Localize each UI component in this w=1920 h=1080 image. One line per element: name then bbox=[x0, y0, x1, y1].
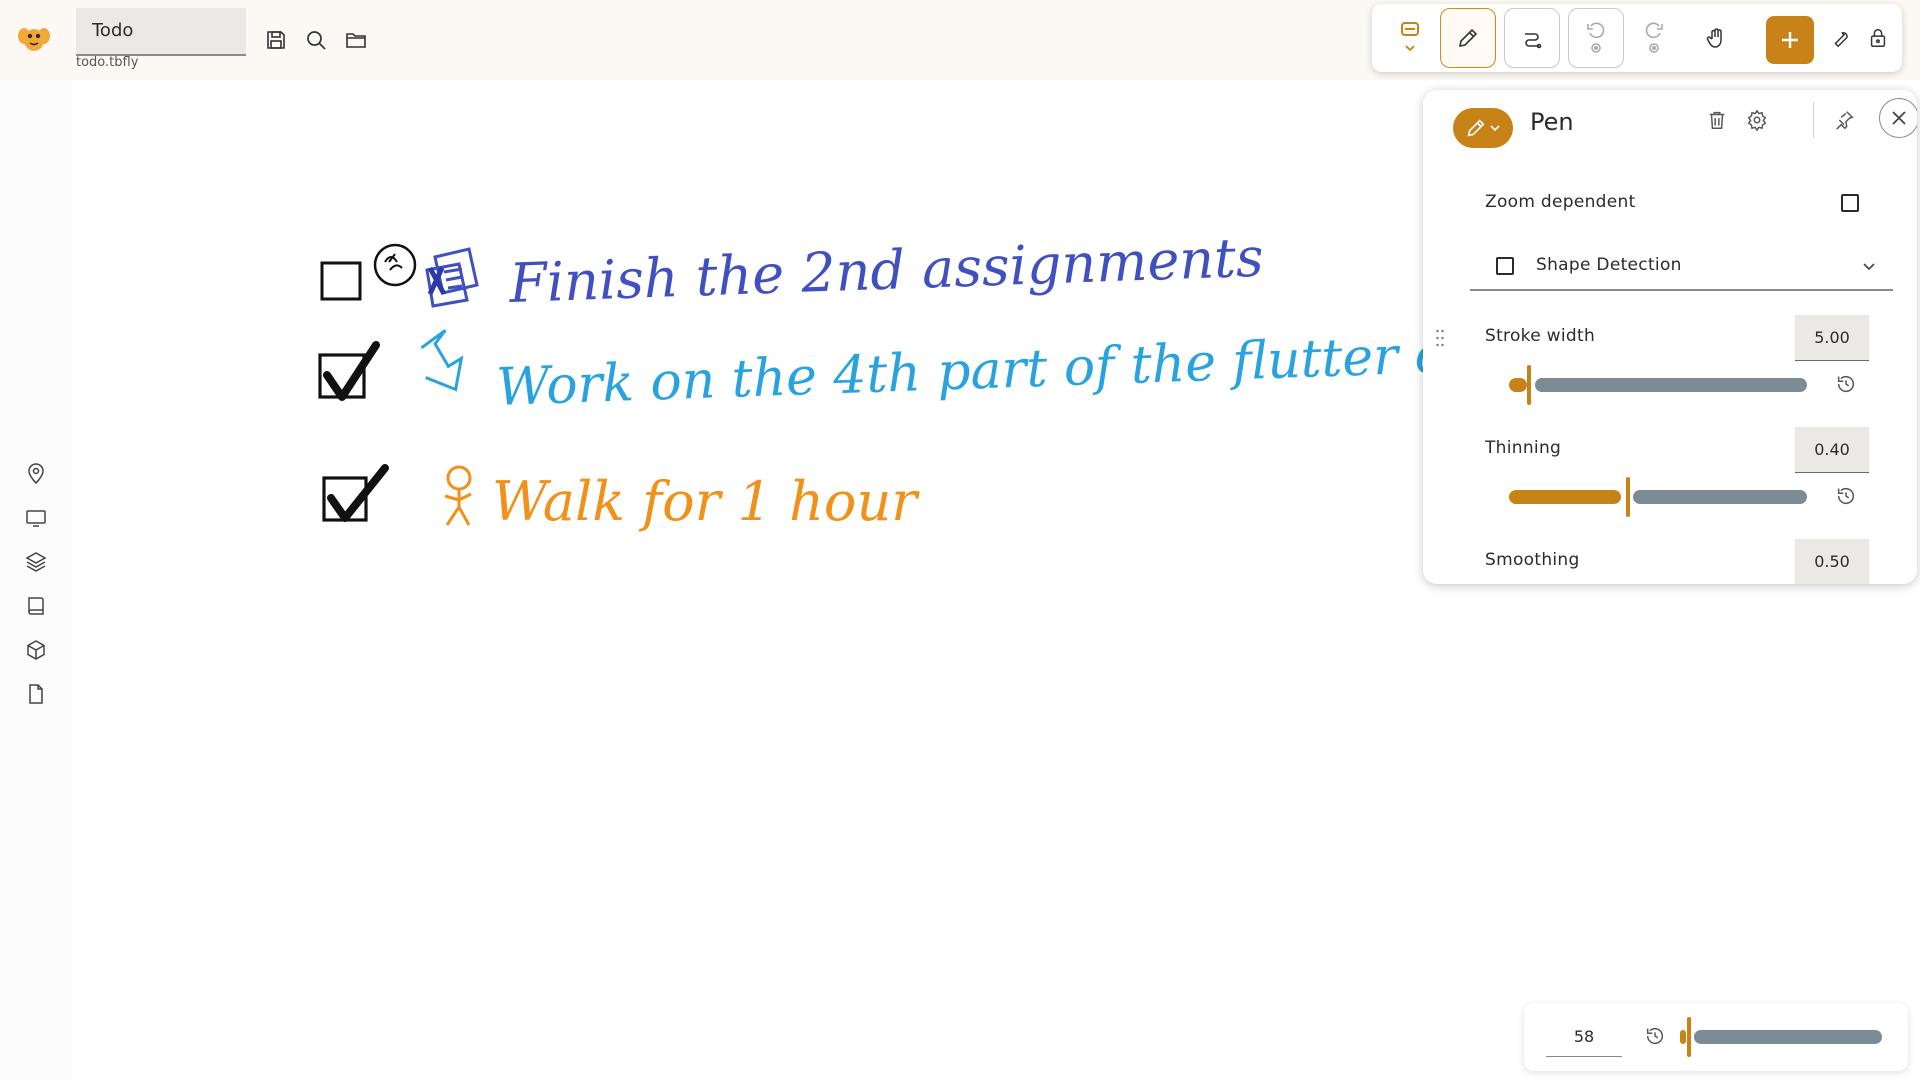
top-bar: Todo todo.tbfly bbox=[0, 0, 1920, 80]
stroke-width-slider-fill bbox=[1509, 378, 1527, 392]
search-icon[interactable] bbox=[304, 28, 328, 52]
redo-button[interactable] bbox=[1626, 8, 1682, 68]
pen-tool[interactable] bbox=[1440, 8, 1496, 68]
settings-icon[interactable] bbox=[1743, 106, 1771, 134]
lock-icon[interactable] bbox=[1860, 8, 1896, 68]
thinning-slider-thumb[interactable] bbox=[1626, 477, 1630, 517]
handwritten-text-3: Walk for 1 hour bbox=[492, 470, 920, 533]
tool-bar bbox=[1372, 4, 1902, 72]
todo-item-3[interactable] bbox=[322, 464, 472, 526]
zoom-bar: 58 bbox=[1524, 1003, 1908, 1071]
shape-detection-checkbox[interactable] bbox=[1496, 257, 1514, 275]
todo-item-2[interactable] bbox=[318, 329, 466, 401]
pen-icon bbox=[1467, 119, 1485, 137]
smoothing-label: Smoothing bbox=[1485, 550, 1580, 570]
monitor-icon[interactable] bbox=[24, 506, 48, 530]
chevron-down-icon[interactable] bbox=[1861, 258, 1877, 274]
zoom-slider-fill bbox=[1680, 1030, 1686, 1044]
thinning-label: Thinning bbox=[1485, 438, 1562, 458]
lasso-select-tool[interactable] bbox=[1382, 8, 1438, 68]
document-title-field[interactable]: Todo bbox=[76, 8, 246, 56]
cube-icon[interactable] bbox=[24, 638, 48, 662]
add-button[interactable] bbox=[1766, 16, 1814, 64]
handwritten-text-1: Finish the 2nd assignments bbox=[507, 226, 1264, 315]
document-icon[interactable] bbox=[24, 682, 48, 706]
panel-divider bbox=[1813, 102, 1814, 138]
smoothing-input[interactable]: 0.50 bbox=[1795, 539, 1869, 584]
zoom-slider-thumb[interactable] bbox=[1687, 1017, 1691, 1057]
trash-icon[interactable] bbox=[1703, 106, 1731, 134]
stroke-width-slider-track[interactable] bbox=[1535, 378, 1807, 392]
reset-history-icon[interactable] bbox=[1644, 1025, 1666, 1047]
hand-tool[interactable] bbox=[1688, 8, 1744, 68]
thinning-slider-track[interactable] bbox=[1633, 490, 1807, 504]
book-icon[interactable] bbox=[24, 594, 48, 618]
drag-handle-icon[interactable] bbox=[1435, 328, 1445, 348]
path-tool[interactable] bbox=[1504, 8, 1560, 68]
folder-icon[interactable] bbox=[344, 28, 368, 52]
stroke-width-label: Stroke width bbox=[1485, 326, 1596, 346]
zoom-dependent-checkbox[interactable] bbox=[1841, 194, 1859, 212]
thinning-input[interactable]: 0.40 bbox=[1795, 427, 1869, 473]
chevron-down-icon bbox=[1490, 125, 1500, 132]
close-icon bbox=[1892, 111, 1906, 125]
shape-detection-label[interactable]: Shape Detection bbox=[1536, 255, 1682, 275]
pen-properties-panel: Pen Zoom dependent Shape Detection Strok… bbox=[1423, 90, 1917, 584]
todo-item-1[interactable] bbox=[320, 243, 479, 308]
zoom-input[interactable]: 58 bbox=[1546, 1017, 1622, 1057]
reset-history-icon[interactable] bbox=[1835, 485, 1859, 509]
zoom-slider-track[interactable] bbox=[1694, 1030, 1882, 1044]
zoom-dependent-label: Zoom dependent bbox=[1485, 192, 1636, 212]
left-sidebar bbox=[0, 80, 72, 1080]
save-icon[interactable] bbox=[264, 28, 288, 52]
location-pin-icon[interactable] bbox=[24, 462, 48, 486]
pen-type-dropdown[interactable] bbox=[1453, 108, 1513, 148]
undo-button[interactable] bbox=[1568, 8, 1624, 68]
close-button[interactable] bbox=[1879, 98, 1917, 138]
stroke-width-slider-thumb[interactable] bbox=[1527, 365, 1531, 405]
pin-icon[interactable] bbox=[1830, 106, 1858, 134]
document-filename: todo.tbfly bbox=[76, 55, 139, 70]
layers-icon[interactable] bbox=[24, 550, 48, 574]
wrench-icon[interactable] bbox=[1822, 8, 1858, 68]
thinning-slider-fill bbox=[1509, 490, 1621, 504]
app-logo-icon[interactable] bbox=[16, 20, 52, 56]
panel-title: Pen bbox=[1530, 108, 1574, 136]
reset-history-icon[interactable] bbox=[1835, 373, 1859, 397]
shape-detection-divider bbox=[1470, 289, 1893, 291]
stroke-width-input[interactable]: 5.00 bbox=[1795, 315, 1869, 361]
